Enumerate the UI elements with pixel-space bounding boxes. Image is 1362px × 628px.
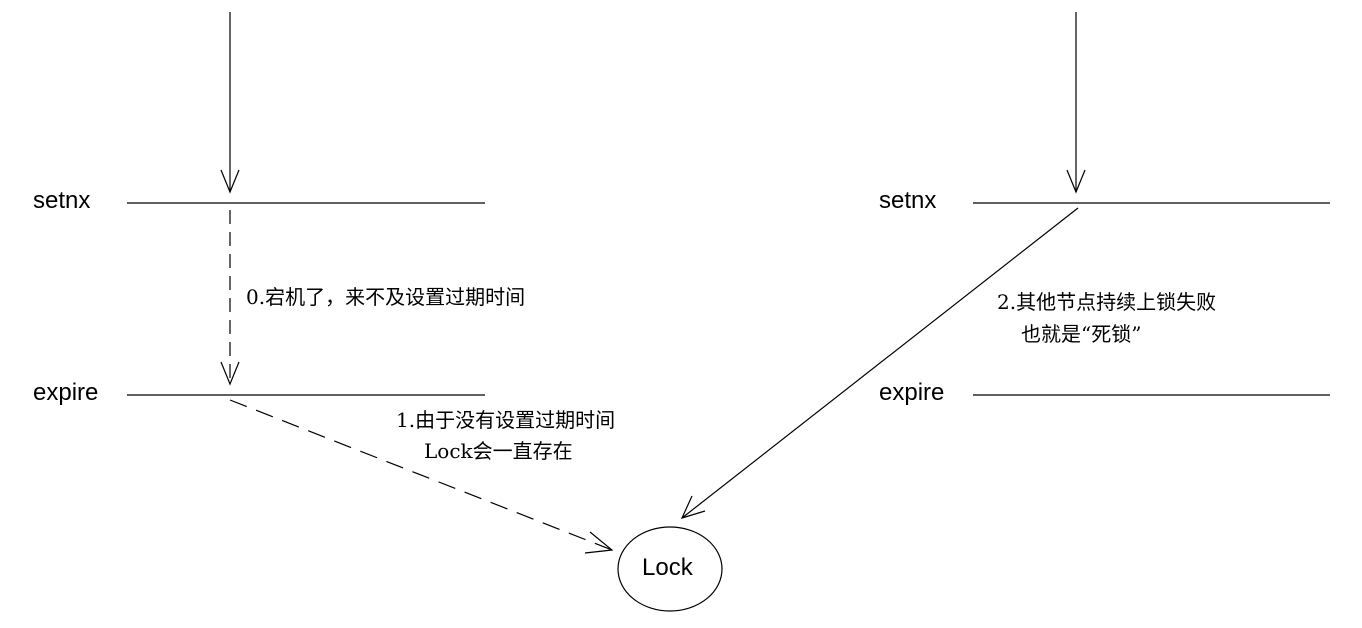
lock-label: Lock: [642, 554, 693, 581]
right-expire-label: expire: [879, 379, 945, 406]
right-setnx-label: setnx: [879, 187, 937, 214]
no-expire-annotation-line1: 1.由于没有设置过期时间: [396, 408, 616, 432]
right-to-lock-arrow: [681, 207, 1079, 519]
left-setnx-label: setnx: [33, 187, 91, 214]
deadlock-annotation-line2: 也就是“死锁”: [1021, 322, 1142, 346]
left-to-lock-arrowhead: [584, 531, 614, 554]
deadlock-annotation-line1: 2.其他节点持续上锁失败: [997, 290, 1217, 314]
no-expire-annotation-line2: Lock会一直存在: [424, 439, 573, 463]
left-expire-label: expire: [33, 379, 99, 406]
crash-annotation: 0.宕机了，来不及设置过期时间: [246, 285, 526, 309]
